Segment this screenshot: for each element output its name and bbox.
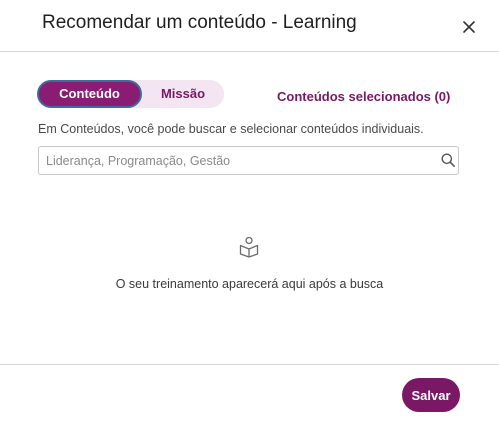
close-icon[interactable]	[461, 19, 477, 35]
search-icon[interactable]	[440, 152, 456, 168]
selected-contents-link[interactable]: Conteúdos selecionados (0)	[277, 89, 450, 104]
empty-state-message: O seu treinamento aparecerá aqui após a …	[115, 277, 384, 291]
recommend-content-modal: Recomendar um conteúdo - Learning Conteú…	[0, 0, 499, 422]
search-box	[38, 146, 459, 175]
help-text: Em Conteúdos, você pode buscar e selecio…	[38, 122, 424, 136]
book-icon	[239, 236, 259, 258]
save-button[interactable]: Salvar	[402, 378, 460, 412]
tab-missao[interactable]: Missão	[142, 80, 224, 108]
modal-header: Recomendar um conteúdo - Learning	[0, 0, 499, 52]
search-input[interactable]	[46, 149, 426, 172]
tab-conteudo[interactable]: Conteúdo	[37, 80, 142, 108]
modal-title: Recomendar um conteúdo - Learning	[42, 12, 357, 33]
content-type-toggle: Conteúdo Missão	[37, 80, 224, 108]
